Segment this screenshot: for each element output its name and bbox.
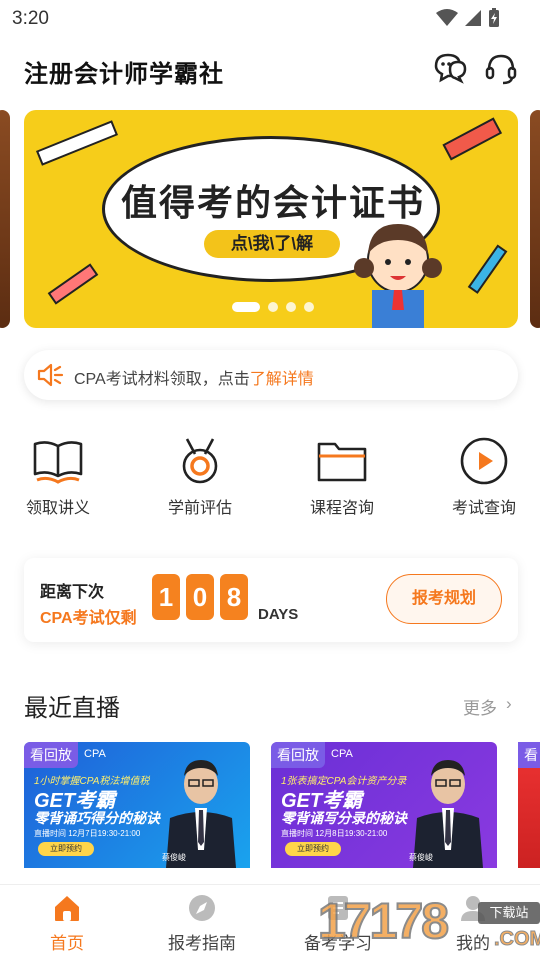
- countdown-digit: 8: [220, 574, 248, 620]
- wifi-icon: [436, 9, 458, 26]
- carousel-dots: [232, 302, 314, 312]
- pen-decoration: [467, 244, 508, 294]
- quick-label: 领取讲义: [25, 500, 90, 517]
- live-section-header: 最近直播 更多 ›: [0, 686, 540, 726]
- card-tag: CPA: [84, 748, 106, 760]
- quick-label: 考试查询: [451, 500, 516, 517]
- notice-link[interactable]: 了解详情: [250, 371, 314, 388]
- page-title: 注册会计师学霸社: [24, 61, 224, 88]
- banner-carousel[interactable]: 值得考的会计证书 点\我\了\解: [0, 110, 540, 328]
- card-tag: CPA: [331, 748, 353, 760]
- battery-icon: [489, 8, 499, 27]
- replay-badge: 看回放: [271, 742, 325, 768]
- banner-slide[interactable]: 值得考的会计证书 点\我\了\解: [24, 110, 518, 328]
- quick-item-handouts[interactable]: 领取讲义: [3, 436, 113, 518]
- nav-exam-guide[interactable]: 报考指南: [142, 893, 262, 954]
- teacher-photo: [413, 760, 483, 868]
- marker-decoration: [442, 117, 503, 161]
- headset-icon[interactable]: [483, 50, 519, 86]
- notice-text: CPA考试材料领取，点击了解详情: [74, 365, 314, 389]
- banner-next-peek[interactable]: [530, 110, 540, 328]
- nav-label: 首页: [50, 934, 84, 953]
- medal-icon: [182, 438, 218, 484]
- live-section-title: 最近直播: [24, 695, 120, 722]
- countdown-line1: 距离下次: [40, 584, 105, 601]
- live-card-list: 看回放 CPA 1小时掌握CPA税法增值税 GET考霸 零背诵巧得分的秘诀 直播…: [0, 742, 540, 872]
- watermark-suffix: .COM: [493, 928, 540, 951]
- card-time: 直播时间 12月7日19:30-21:00: [34, 829, 141, 838]
- watermark-tag: 下载站: [478, 902, 540, 924]
- countdown-digit: 1: [152, 574, 180, 620]
- carousel-dot-active[interactable]: [232, 302, 260, 312]
- play-icon: [460, 437, 508, 485]
- quick-item-consult[interactable]: 课程咨询: [287, 436, 397, 518]
- replay-badge: 看回放: [24, 742, 78, 768]
- live-card-peek[interactable]: 看: [518, 742, 540, 868]
- more-link[interactable]: 更多: [463, 694, 497, 719]
- quick-menu: 领取讲义 学前评估 课程咨询 考试查询: [0, 436, 540, 526]
- carousel-dot[interactable]: [286, 302, 296, 312]
- folder-icon: [317, 442, 367, 482]
- notice-bar[interactable]: CPA考试材料领取，点击了解详情: [24, 350, 518, 400]
- girl-illustration: [354, 224, 442, 328]
- quick-label: 学前评估: [167, 500, 232, 517]
- quick-label: 课程咨询: [309, 500, 374, 517]
- status-bar: 3:20: [0, 0, 540, 36]
- nav-home[interactable]: 首页: [7, 893, 127, 954]
- speaker-icon: [37, 363, 64, 387]
- countdown-line2: CPA考试仅剩: [40, 610, 137, 627]
- ruler-decoration: [35, 120, 119, 166]
- pencil-decoration: [47, 263, 99, 305]
- signal-icon: [465, 10, 481, 26]
- exam-plan-button[interactable]: 报考规划: [386, 574, 502, 624]
- chat-icon[interactable]: [432, 50, 468, 86]
- card-slogan: 零背诵巧得分的秘诀: [34, 810, 160, 826]
- banner-cta[interactable]: 点\我\了\解: [204, 230, 340, 258]
- reserve-button[interactable]: 立即预约: [38, 842, 94, 856]
- card-time: 直播时间 12月8日19:30-21:00: [281, 829, 388, 838]
- notice-message: CPA考试材料领取，点击: [74, 371, 250, 388]
- countdown-unit: DAYS: [258, 606, 299, 623]
- countdown-digits: 1 0 8: [152, 574, 248, 620]
- teacher-name: 蔡俊峻: [162, 853, 186, 862]
- exam-countdown: 距离下次 CPA考试仅剩 1 0 8 DAYS 报考规划: [24, 558, 518, 642]
- teacher-photo: [166, 760, 236, 868]
- live-card[interactable]: 看回放 CPA 1小时掌握CPA税法增值税 GET考霸 零背诵巧得分的秘诀 直播…: [24, 742, 250, 868]
- quick-item-exam-query[interactable]: 考试查询: [429, 436, 539, 518]
- quick-item-assessment[interactable]: 学前评估: [145, 436, 255, 518]
- carousel-dot[interactable]: [268, 302, 278, 312]
- live-card[interactable]: 看回放 CPA 1张表搞定CPA会计资产分录 GET考霸 零背诵写分录的秘诀 直…: [271, 742, 497, 868]
- book-icon: [33, 441, 83, 484]
- banner-prev-peek[interactable]: [0, 110, 10, 328]
- home-icon: [55, 896, 79, 921]
- carousel-dot[interactable]: [304, 302, 314, 312]
- countdown-digit: 0: [186, 574, 214, 620]
- watermark-number: 17178: [317, 892, 450, 950]
- site-watermark: 17178 下载站 .COM: [317, 892, 540, 956]
- chevron-right-icon[interactable]: ›: [506, 694, 512, 714]
- card-slogan: 零背诵写分录的秘诀: [281, 810, 407, 826]
- replay-badge: 看: [518, 742, 540, 768]
- nav-label: 报考指南: [168, 934, 236, 953]
- status-time: 3:20: [12, 8, 49, 29]
- app-header: 注册会计师学霸社: [0, 44, 540, 94]
- compass-icon: [189, 895, 215, 921]
- status-icons: [436, 8, 500, 28]
- teacher-name: 蔡俊峻: [409, 853, 433, 862]
- reserve-button[interactable]: 立即预约: [285, 842, 341, 856]
